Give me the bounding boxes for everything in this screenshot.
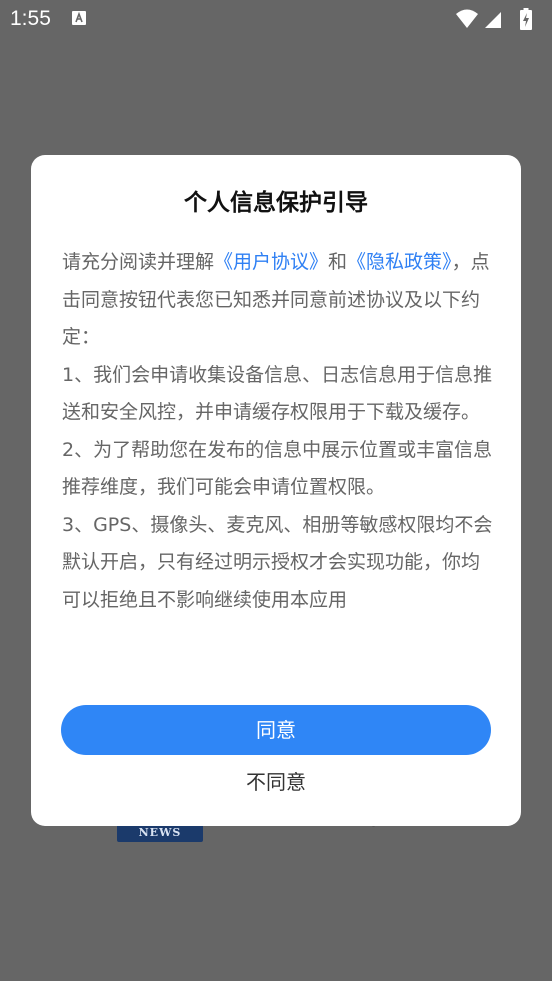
wifi-icon (456, 9, 478, 28)
battery-charging-icon (520, 8, 532, 30)
dialog-title: 个人信息保护引导 (184, 190, 368, 216)
and-text: 和 (328, 251, 348, 273)
status-time: 1:55 (10, 7, 51, 30)
clause-1: 1、我们会申请收集设备信息、日志信息用于信息推送和安全风控，并申请缓存权限用于下… (62, 363, 493, 424)
agree-button[interactable]: 同意 (61, 705, 491, 755)
clause-2: 2、为了帮助您在发布的信息中展示位置或丰富信息推荐维度，我们可能会申请位置权限。 (62, 438, 493, 499)
notification-a-icon (72, 11, 86, 25)
signal-icon (485, 12, 501, 28)
disagree-button[interactable]: 不同意 (0, 765, 552, 799)
clause-3: 3、GPS、摄像头、麦克风、相册等敏感权限均不会默认开启，只有经过明示授权才会实… (62, 513, 493, 611)
status-bar: 1:55 (0, 0, 552, 38)
intro-paragraph: 请充分阅读并理解《用户协议》和《隐私政策》，点击同意按钮代表您已知悉并同意前述协… (62, 244, 494, 357)
privacy-policy-link[interactable]: 《隐私政策》 (347, 251, 452, 273)
user-agreement-link[interactable]: 《用户协议》 (214, 251, 328, 273)
dialog-body[interactable]: 请充分阅读并理解《用户协议》和《隐私政策》，点击同意按钮代表您已知悉并同意前述协… (62, 244, 494, 674)
intro-pre: 请充分阅读并理解 (62, 251, 215, 273)
